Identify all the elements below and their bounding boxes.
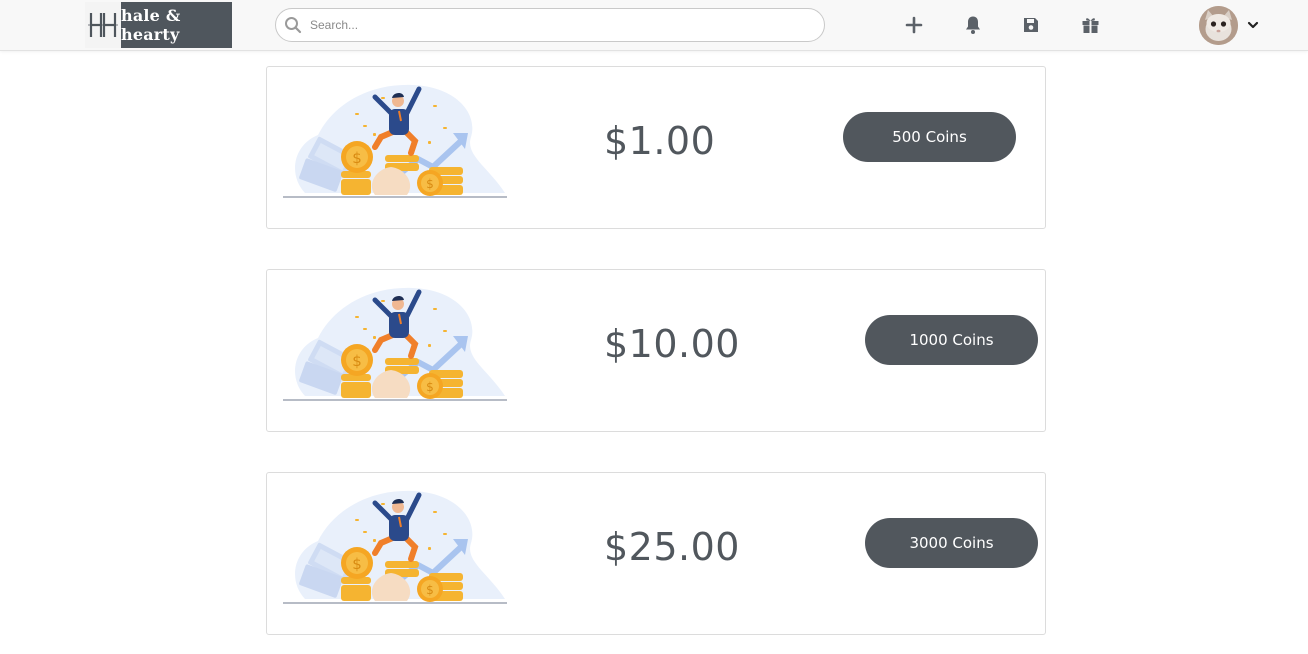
search-icon — [276, 8, 310, 42]
search-input[interactable] — [310, 10, 824, 40]
coin-package-card-2: $ $ $10.00 1000 Coins — [266, 269, 1046, 432]
package-price: $1.00 — [604, 119, 716, 163]
svg-text:$: $ — [352, 149, 362, 167]
coins-illustration: $ $ — [283, 481, 509, 607]
package-price: $25.00 — [604, 525, 740, 569]
bell-icon[interactable] — [960, 12, 986, 38]
user-avatar[interactable] — [1199, 6, 1238, 45]
gift-icon[interactable] — [1077, 12, 1103, 38]
buy-coins-button[interactable]: 3000 Coins — [865, 518, 1038, 568]
top-navbar: hale & hearty — [0, 0, 1308, 51]
svg-text:$: $ — [352, 352, 362, 370]
plus-icon[interactable] — [901, 12, 927, 38]
coins-illustration: $ $ — [283, 278, 509, 404]
buy-coins-button[interactable]: 500 Coins — [843, 112, 1016, 162]
logo-monogram-icon — [85, 2, 121, 48]
search-bar — [275, 8, 825, 42]
coins-illustration: $ $ — [283, 75, 509, 201]
svg-text:$: $ — [426, 380, 434, 394]
svg-text:$: $ — [426, 583, 434, 597]
brand-logo[interactable]: hale & hearty — [85, 2, 232, 48]
buy-coins-button[interactable]: 1000 Coins — [865, 315, 1038, 365]
coin-package-card-1: $ $ $1.00 500 Coins — [266, 66, 1046, 229]
svg-text:$: $ — [426, 177, 434, 191]
logo-text: hale & hearty — [121, 2, 232, 48]
package-price: $10.00 — [604, 322, 740, 366]
svg-text:$: $ — [352, 555, 362, 573]
chevron-down-icon[interactable] — [1245, 17, 1261, 33]
save-icon[interactable] — [1018, 12, 1044, 38]
coin-package-card-3: $ $ $25.00 3000 Coins — [266, 472, 1046, 635]
